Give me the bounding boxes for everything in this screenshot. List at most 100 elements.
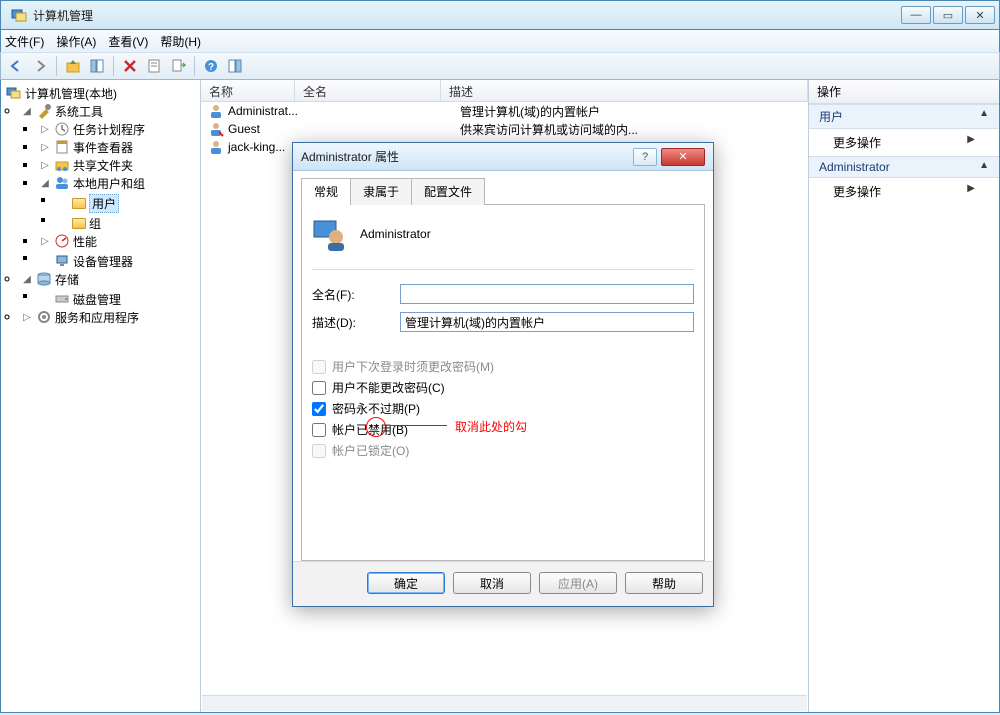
collapse-icon[interactable]: ◢ [21,274,33,285]
minimize-button[interactable]: — [901,6,931,24]
annotation-line [391,425,447,426]
user-icon [208,121,224,137]
show-actions-pane-icon[interactable] [224,55,246,77]
dialog-help-button[interactable]: ? [633,148,657,166]
menu-file[interactable]: 文件(F) [5,33,44,50]
window-title: 计算机管理 [33,7,899,24]
collapse-icon[interactable]: ◢ [39,178,51,189]
dialog-title: Administrator 属性 [301,148,633,165]
checkbox-disabled-box[interactable] [312,423,326,437]
export-icon[interactable] [167,55,189,77]
tabs: 常规 隶属于 配置文件 [301,177,705,205]
separator [56,56,57,76]
tree-perf[interactable]: ▷性能 [37,232,200,250]
menu-help[interactable]: 帮助(H) [160,33,201,50]
column-name[interactable]: 名称 [201,80,295,101]
delete-icon[interactable] [119,55,141,77]
checkbox-locked: 帐户已锁定(O) [312,442,694,459]
expand-icon[interactable]: ▷ [39,160,51,171]
tree-storage[interactable]: ◢存储 [19,270,200,288]
menubar: 文件(F) 操作(A) 查看(V) 帮助(H) [0,30,1000,52]
user-avatar-icon [312,217,346,251]
description-label: 描述(D): [312,314,400,331]
tree-groups[interactable]: 组 [55,214,200,232]
up-icon[interactable] [62,55,84,77]
show-hide-tree-icon[interactable] [86,55,108,77]
properties-icon[interactable] [143,55,165,77]
tree-services[interactable]: ▷服务和应用程序 [19,308,200,326]
checkbox-cannot-change[interactable]: 用户不能更改密码(C) [312,379,694,396]
tree-pane: 计算机管理(本地) ◢系统工具 ▷任务计划程序 ▷事件查看器 ▷共享文件夹 ◢本… [1,80,201,712]
shared-folder-icon [54,157,70,173]
help-button[interactable]: 帮助 [625,572,703,594]
scrollbar-horizontal[interactable] [202,695,807,711]
close-window-button[interactable]: ✕ [965,6,995,24]
tree-users[interactable]: 用户 [55,194,200,212]
checkbox-must-change-box [312,360,326,374]
tree-root[interactable]: 计算机管理(本地) [1,84,200,102]
checkbox-cannot-change-box[interactable] [312,381,326,395]
collapse-icon: ▲ [979,108,989,125]
disk-icon [54,291,70,307]
device-icon [54,253,70,269]
menu-action[interactable]: 操作(A) [56,33,96,50]
tree-disk[interactable]: 磁盘管理 [37,290,200,308]
action-more-2[interactable]: 更多操作▶ [809,178,999,205]
action-more-1[interactable]: 更多操作▶ [809,129,999,156]
cancel-button[interactable]: 取消 [453,572,531,594]
expand-icon[interactable]: ▷ [39,124,51,135]
tree-shared[interactable]: ▷共享文件夹 [37,156,200,174]
tab-profile[interactable]: 配置文件 [411,178,485,205]
column-desc[interactable]: 描述 [441,80,808,101]
titlebar: 计算机管理 — ▭ ✕ [0,0,1000,30]
folder-icon [72,218,86,229]
tree-local-users[interactable]: ◢本地用户和组 [37,174,200,192]
column-fullname[interactable]: 全名 [295,80,441,101]
fullname-label: 全名(F): [312,286,400,303]
submenu-icon: ▶ [967,183,975,200]
tools-icon [36,103,52,119]
services-icon [36,309,52,325]
users-icon [54,175,70,191]
description-input[interactable] [400,312,694,332]
ok-button[interactable]: 确定 [367,572,445,594]
maximize-button[interactable]: ▭ [933,6,963,24]
toolbar: ? [0,52,1000,80]
expand-icon[interactable]: ▷ [21,312,33,323]
tree-event[interactable]: ▷事件查看器 [37,138,200,156]
actions-pane: 操作 用户▲ 更多操作▶ Administrator▲ 更多操作▶ [809,80,999,712]
dialog-close-button[interactable]: ✕ [661,148,705,166]
list-row[interactable]: Administrat... 管理计算机(域)的内置帐户 [201,102,808,120]
list-row[interactable]: Guest 供来宾访问计算机或访问域的内... [201,120,808,138]
tab-memberof[interactable]: 隶属于 [350,178,412,205]
event-icon [54,139,70,155]
user-icon [208,103,224,119]
properties-dialog: Administrator 属性 ? ✕ 常规 隶属于 配置文件 Adminis… [292,142,714,607]
svg-text:?: ? [208,62,214,73]
checkbox-locked-box [312,444,326,458]
collapse-icon[interactable]: ◢ [21,106,33,117]
expand-icon[interactable]: ▷ [39,142,51,153]
expand-icon[interactable]: ▷ [39,236,51,247]
menu-view[interactable]: 查看(V) [108,33,148,50]
storage-icon [36,271,52,287]
back-icon[interactable] [5,55,27,77]
username-label: Administrator [360,227,431,241]
dialog-titlebar[interactable]: Administrator 属性 ? ✕ [293,143,713,171]
fullname-input[interactable] [400,284,694,304]
apply-button[interactable]: 应用(A) [539,572,617,594]
separator [194,56,195,76]
help-icon[interactable]: ? [200,55,222,77]
user-icon [208,139,224,155]
actions-title: 操作 [809,80,999,104]
forward-icon[interactable] [29,55,51,77]
tab-general[interactable]: 常规 [301,178,351,205]
tree-devmgr[interactable]: 设备管理器 [37,252,200,270]
action-group-users[interactable]: 用户▲ [809,104,999,129]
tree-systools[interactable]: ◢系统工具 [19,102,200,120]
tree-task[interactable]: ▷任务计划程序 [37,120,200,138]
action-group-admin[interactable]: Administrator▲ [809,156,999,178]
checkbox-never-expire-box[interactable] [312,402,326,416]
checkbox-never-expire[interactable]: 密码永不过期(P) [312,400,694,417]
annotation-text: 取消此处的勾 [455,418,527,435]
